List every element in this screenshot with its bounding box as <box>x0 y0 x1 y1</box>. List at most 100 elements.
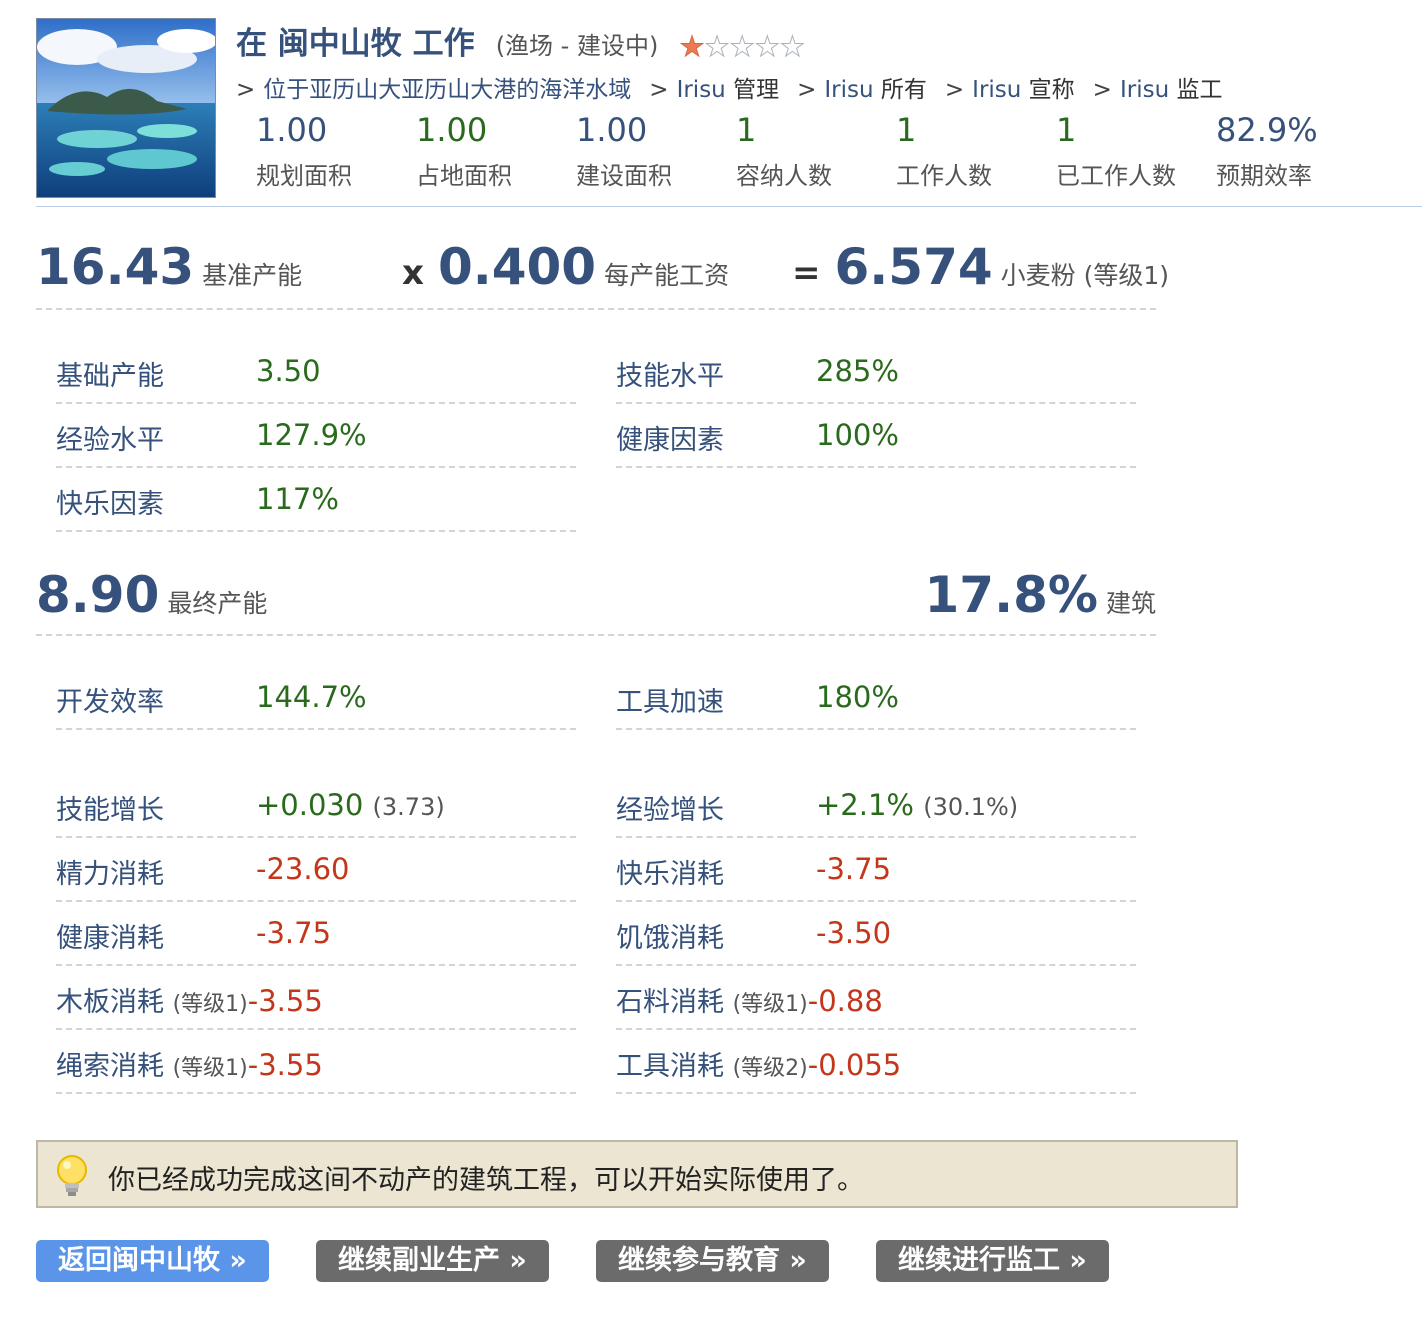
result-label: 小麦粉 (等级1) <box>1000 261 1170 290</box>
continue-supervision-button[interactable]: 继续进行监工 » <box>876 1240 1109 1282</box>
breadcrumb-link[interactable]: Irisu <box>1120 77 1169 103</box>
title-row: 在 闽中山牧 工作 (渔场 - 建设中) ★★★★★ <box>236 18 806 63</box>
growth-value: +2.1% (30.1%) <box>816 788 1019 822</box>
consumption-row: 工具消耗 (等级2)-0.055 <box>616 1030 1136 1094</box>
breadcrumb-link[interactable]: Irisu <box>677 77 726 103</box>
lightbulb-icon <box>52 1152 92 1204</box>
base-capacity-label: 基准产能 <box>202 261 303 290</box>
final-capacity: 8.90 最终产能 <box>36 566 267 624</box>
grade-label: (等级1) <box>172 992 248 1017</box>
final-capacity-value: 8.90 <box>36 566 160 624</box>
stat-label: 容纳人数 <box>736 162 832 190</box>
consumption-label: 健康消耗 <box>56 923 164 954</box>
boost-value: 180% <box>816 680 899 714</box>
continue-side-production-button[interactable]: 继续副业生产 » <box>316 1240 549 1282</box>
consumption-value: -3.50 <box>816 916 892 950</box>
breadcrumb-item[interactable]: > Irisu 监工 <box>1093 77 1223 103</box>
consumption-row: -3.50 饥饿消耗 <box>616 902 1136 966</box>
breadcrumb-text: 宣称 <box>1021 77 1075 103</box>
wage-per-capacity: x 0.400 每产能工资 <box>402 238 729 296</box>
stat-label: 预期效率 <box>1216 162 1312 190</box>
wage-label: 每产能工资 <box>604 261 730 290</box>
consumption-value: -3.75 <box>816 852 892 886</box>
stat-item: 1 已工作人数 <box>1056 110 1216 191</box>
star-icon: ★ <box>779 30 805 63</box>
breadcrumb-separator: > <box>236 77 256 103</box>
stat-label: 工作人数 <box>896 162 992 190</box>
final-output: 8.90 最终产能 17.8% 建筑 <box>36 566 1156 636</box>
factor-row: 基础产能 3.50 <box>56 340 576 404</box>
consumption-label: 石料消耗 (等级1)-0.88 <box>616 984 883 1018</box>
factor-label: 技能水平 <box>616 361 724 392</box>
boost-label: 工具加速 <box>616 687 724 718</box>
breadcrumb-separator: > <box>944 77 965 103</box>
factor-value: 127.9% <box>256 418 367 452</box>
growth-label: 经验增长 <box>616 795 724 826</box>
stat-item: 82.9% 预期效率 <box>1216 110 1376 191</box>
factor-value: 117% <box>256 482 339 516</box>
grade-label: (等级2) <box>732 1056 808 1081</box>
construction-label: 建筑 <box>1105 589 1156 618</box>
consumption-label: 饥饿消耗 <box>616 923 724 954</box>
breadcrumb-link[interactable]: Irisu <box>972 77 1021 103</box>
factor-value: 3.50 <box>256 354 321 388</box>
consumption-label: 工具消耗 (等级2)-0.055 <box>616 1048 902 1082</box>
consumption-row: 石料消耗 (等级1)-0.88 <box>616 966 1136 1030</box>
consumption-row: 木板消耗 (等级1)-3.55 <box>56 966 576 1030</box>
breadcrumb-text: 管理 <box>725 77 780 103</box>
breadcrumb-link[interactable]: Irisu <box>824 77 873 103</box>
final-capacity-label: 最终产能 <box>167 589 268 618</box>
consumption-row: -3.75 快乐消耗 <box>616 838 1136 902</box>
rating-stars: ★★★★★ <box>679 30 806 63</box>
breadcrumb-item[interactable]: > Irisu 宣称 <box>945 77 1075 103</box>
stat-value: 1.00 <box>576 111 648 149</box>
completion-notice: 你已经成功完成这间不动产的建筑工程，可以开始实际使用了。 <box>36 1140 1238 1208</box>
grade-label: (等级1) <box>732 992 808 1017</box>
back-to-property-button[interactable]: 返回闽中山牧 » <box>36 1240 269 1282</box>
factor-value: 285% <box>816 354 899 388</box>
stat-label: 规划面积 <box>256 162 352 190</box>
stat-item: 1.00 占地面积 <box>416 110 576 191</box>
consumption-value: -0.055 <box>807 1048 902 1082</box>
consumption-value: -0.88 <box>807 984 883 1018</box>
growth-row: 技能增长 +0.030 (3.73) <box>56 774 576 838</box>
factor-label: 经验水平 <box>56 425 164 456</box>
multiply-operator: x <box>402 253 424 293</box>
growth-label: 技能增长 <box>56 795 164 826</box>
stat-value: 1 <box>1056 111 1077 149</box>
star-icon: ★ <box>679 30 705 63</box>
factor-row: 经验水平 127.9% <box>56 404 576 468</box>
property-header: 在 闽中山牧 工作 (渔场 - 建设中) ★★★★★ > 位于亚历山大亚历山大港的… <box>36 18 1422 207</box>
factor-value: 100% <box>816 418 899 452</box>
boost-value: 144.7% <box>256 680 367 714</box>
growth-value: +0.030 (3.73) <box>256 788 445 822</box>
breadcrumb-item[interactable]: > Irisu 所有 <box>797 77 927 103</box>
stat-value: 82.9% <box>1216 111 1318 149</box>
factor-row: 健康因素 100% <box>616 404 1136 468</box>
equals-operator: = <box>792 253 821 293</box>
breadcrumb-text: 位于亚历山大亚历山大港的海洋水域 <box>263 77 632 103</box>
star-icon: ★ <box>729 30 755 63</box>
stat-value: 1 <box>896 111 917 149</box>
breadcrumb-text: 监工 <box>1169 77 1223 103</box>
notice-text: 你已经成功完成这间不动产的建筑工程，可以开始实际使用了。 <box>108 1165 864 1196</box>
factor-label: 快乐因素 <box>56 489 164 520</box>
factor-label: 健康因素 <box>616 425 724 456</box>
stat-label: 已工作人数 <box>1056 162 1176 190</box>
growth-row: 经验增长 +2.1% (30.1%) <box>616 774 1136 838</box>
consumption-row: -3.75 健康消耗 <box>56 902 576 966</box>
property-thumbnail <box>36 18 216 198</box>
consumption-row: 绳索消耗 (等级1)-3.55 <box>56 1030 576 1094</box>
grade-label: (等级1) <box>172 1056 248 1081</box>
continue-education-button[interactable]: 继续参与教育 » <box>596 1240 829 1282</box>
consumption-value: -3.55 <box>247 984 323 1018</box>
breadcrumb: > 位于亚历山大亚历山大港的海洋水域 > Irisu 管理 > Irisu 所有 > Iris… <box>236 70 1240 104</box>
stat-label: 占地面积 <box>416 162 512 190</box>
consumption-label: 快乐消耗 <box>616 859 724 890</box>
stat-label: 建设面积 <box>576 162 672 190</box>
breadcrumb-item[interactable]: > 位于亚历山大亚历山大港的海洋水域 <box>236 77 631 103</box>
stat-item: 1 容纳人数 <box>736 110 896 191</box>
factor-label: 基础产能 <box>56 361 164 392</box>
breadcrumb-item[interactable]: > Irisu 管理 <box>649 77 779 103</box>
consumption-row: -23.60 精力消耗 <box>56 838 576 902</box>
